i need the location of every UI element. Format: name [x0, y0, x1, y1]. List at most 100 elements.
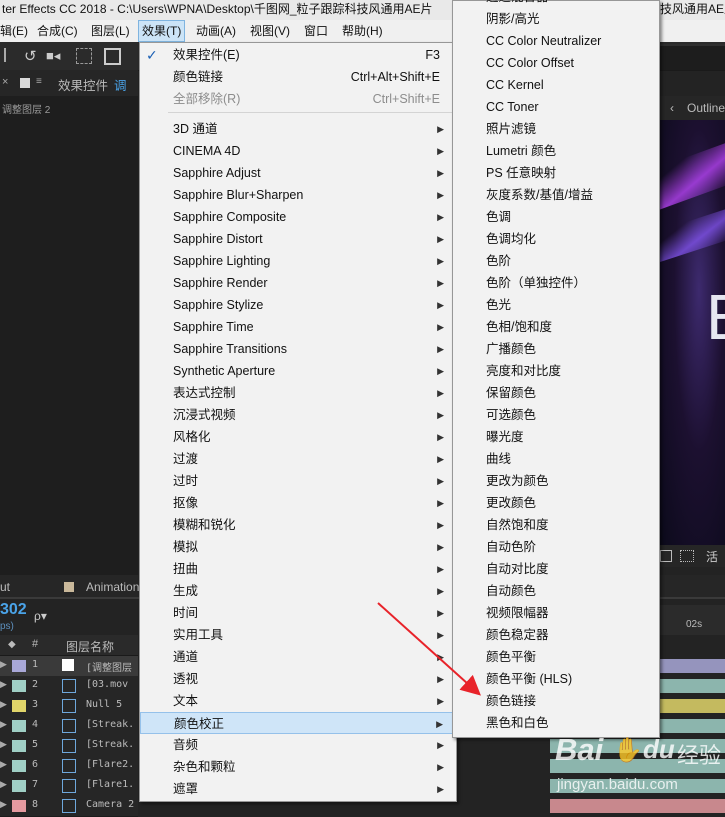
submenu-item[interactable]: 亮度和对比度 [453, 360, 657, 382]
timecode[interactable]: 302 [0, 601, 27, 619]
region-icon[interactable] [660, 550, 672, 562]
search-input[interactable]: ρ▾ [34, 609, 47, 623]
label-color-swatch[interactable] [12, 680, 26, 692]
effect-controls-tab[interactable]: 效果控件 [58, 75, 108, 94]
submenu-item[interactable]: PS 任意映射 [453, 162, 657, 184]
expand-icon[interactable]: ▶ [0, 659, 7, 670]
effects-menu-item[interactable]: 扭曲 ▶ [140, 558, 454, 580]
effects-menu-item[interactable]: 沉浸式视频 ▶ [140, 404, 454, 426]
effects-menu-item[interactable]: 音频 ▶ [140, 734, 454, 756]
label-color-swatch[interactable] [12, 780, 26, 792]
expand-icon[interactable]: ▶ [0, 699, 7, 710]
submenu-item[interactable]: 色调均化 [453, 228, 657, 250]
label-color-swatch[interactable] [12, 740, 26, 752]
viewer-tab-outline[interactable]: Outline [687, 101, 725, 115]
pan-tool-icon[interactable] [76, 48, 92, 64]
effects-menu-item[interactable]: 遮罩 ▶ [140, 778, 454, 800]
table-row[interactable]: ▶ 2 [03.mov [0, 676, 138, 697]
submenu-item[interactable]: 色调 [453, 206, 657, 228]
effects-menu-item[interactable]: 颜色校正 ▶ [140, 712, 454, 734]
camera-tool-icon[interactable]: ■◂ [46, 48, 60, 64]
table-row[interactable]: ▶ 6 [Flare2. [0, 756, 138, 777]
label-color-swatch[interactable] [12, 660, 26, 672]
layer-name[interactable]: Camera 2 [86, 799, 134, 810]
effects-menu-item[interactable]: 模拟 ▶ [140, 536, 454, 558]
menu-edit[interactable]: 辑(E) [0, 20, 28, 42]
submenu-item[interactable]: 更改为颜色 [453, 470, 657, 492]
effects-menu-item[interactable]: 抠像 ▶ [140, 492, 454, 514]
effects-menu-item[interactable]: 风格化 ▶ [140, 426, 454, 448]
composition-viewer[interactable]: E [660, 120, 725, 545]
submenu-item[interactable]: CC Kernel [453, 74, 657, 96]
submenu-item[interactable]: 自动色阶 [453, 536, 657, 558]
effects-menu-item[interactable]: 模糊和锐化 ▶ [140, 514, 454, 536]
submenu-item[interactable]: 色光 [453, 294, 657, 316]
menu-composition[interactable]: 合成(C) [37, 20, 78, 42]
submenu-item[interactable]: 色阶（单独控件） [453, 272, 657, 294]
effects-menu-item[interactable]: Sapphire Transitions ▶ [140, 338, 454, 360]
submenu-item[interactable]: 广播颜色 [453, 338, 657, 360]
submenu-item[interactable]: CC Color Offset [453, 52, 657, 74]
effects-menu-item[interactable]: Sapphire Composite ▶ [140, 206, 454, 228]
table-row[interactable]: ▶ 8 Camera 2 [0, 796, 138, 817]
submenu-item[interactable]: CC Color Neutralizer [453, 30, 657, 52]
effects-menu-item[interactable]: CINEMA 4D ▶ [140, 140, 454, 162]
submenu-item[interactable]: 照片滤镜 [453, 118, 657, 140]
menu-layer[interactable]: 图层(L) [91, 20, 130, 42]
submenu-item[interactable]: 灰度系数/基值/增益 [453, 184, 657, 206]
transparency-icon[interactable] [680, 550, 694, 562]
expand-icon[interactable]: ▶ [0, 779, 7, 790]
menu-animation[interactable]: 动画(A) [196, 20, 236, 42]
layer-name[interactable]: [Flare1. [86, 779, 134, 790]
menu-effect[interactable]: 效果(T) [138, 20, 186, 42]
menu-icon[interactable]: ≡ [36, 76, 42, 87]
expand-icon[interactable]: ▶ [0, 739, 7, 750]
layer-name[interactable]: [Streak. [86, 739, 134, 750]
label-color-swatch[interactable] [12, 760, 26, 772]
effects-menu-item[interactable]: Sapphire Render ▶ [140, 272, 454, 294]
submenu-item[interactable]: 自然饱和度 [453, 514, 657, 536]
expand-icon[interactable]: ▶ [0, 799, 7, 810]
submenu-item[interactable]: 色相/饱和度 [453, 316, 657, 338]
effects-menu-item[interactable]: Sapphire Lighting ▶ [140, 250, 454, 272]
submenu-item[interactable]: 更改颜色 [453, 492, 657, 514]
label-color-swatch[interactable] [12, 800, 26, 812]
layer-name[interactable]: [Streak. [86, 719, 134, 730]
effects-menu-item[interactable]: Sapphire Distort ▶ [140, 228, 454, 250]
effects-menu-item[interactable]: 杂色和颗粒 ▶ [140, 756, 454, 778]
submenu-item[interactable]: CC Toner [453, 96, 657, 118]
menu-view[interactable]: 视图(V) [250, 20, 290, 42]
effects-menu-item[interactable]: Sapphire Stylize ▶ [140, 294, 454, 316]
menu-window[interactable]: 窗口 [304, 20, 328, 42]
submenu-item[interactable]: 曝光度 [453, 426, 657, 448]
table-row[interactable]: ▶ 1 [调整图层 [0, 656, 138, 677]
expand-icon[interactable]: ▶ [0, 679, 7, 690]
timeline-tab-animation[interactable]: Animation [86, 580, 139, 594]
timeline-tab-1[interactable]: ut [0, 580, 10, 594]
layer-name[interactable]: [03.mov [86, 679, 128, 690]
table-row[interactable]: ▶ 7 [Flare1. [0, 776, 138, 797]
submenu-item[interactable]: 自动对比度 [453, 558, 657, 580]
chevron-left-icon[interactable]: ‹ [670, 101, 674, 115]
effects-menu-item[interactable]: Sapphire Blur+Sharpen ▶ [140, 184, 454, 206]
table-row[interactable]: ▶ 3 Null 5 [0, 696, 138, 717]
menu-help[interactable]: 帮助(H) [342, 20, 383, 42]
expand-icon[interactable]: ▶ [0, 759, 7, 770]
effects-menu-item[interactable]: ✓ 效果控件(E) F3 [140, 44, 454, 66]
submenu-item[interactable]: 阴影/高光 [453, 8, 657, 30]
table-row[interactable]: ▶ 4 [Streak. [0, 716, 138, 737]
effects-menu-item[interactable]: Synthetic Aperture ▶ [140, 360, 454, 382]
effects-menu-item[interactable]: Sapphire Adjust ▶ [140, 162, 454, 184]
layer-name[interactable]: [调整图层 [86, 659, 132, 674]
effects-menu-item[interactable]: 过渡 ▶ [140, 448, 454, 470]
submenu-item[interactable]: 曲线 [453, 448, 657, 470]
layer-name[interactable]: Null 5 [86, 699, 122, 710]
effects-menu-item[interactable]: 表达式控制 ▶ [140, 382, 454, 404]
effects-menu-item[interactable]: 3D 通道 ▶ [140, 118, 454, 140]
submenu-item[interactable]: 保留颜色 [453, 382, 657, 404]
rotate-tool-icon[interactable]: ↺ [24, 47, 37, 65]
table-row[interactable]: ▶ 5 [Streak. [0, 736, 138, 757]
label-color-swatch[interactable] [12, 700, 26, 712]
label-color-swatch[interactable] [12, 720, 26, 732]
effects-menu-item[interactable]: 颜色链接 Ctrl+Alt+Shift+E [140, 66, 454, 88]
